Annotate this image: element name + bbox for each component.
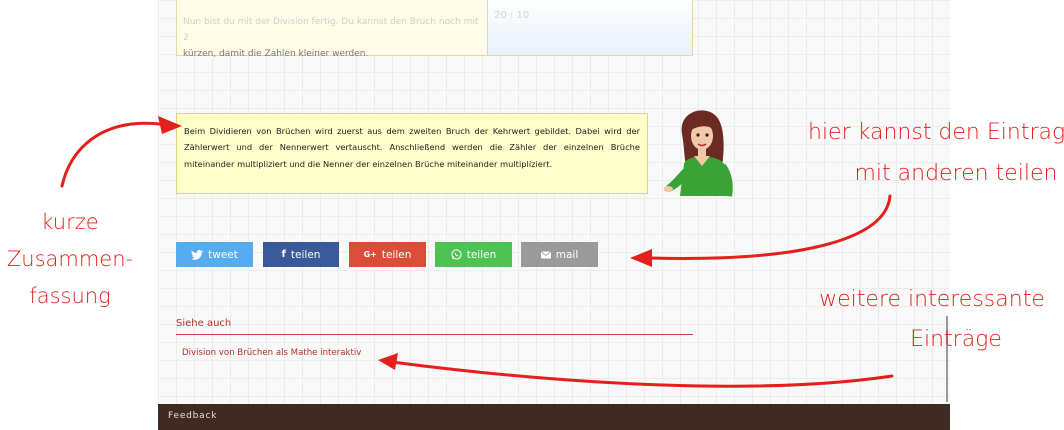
arrow-to-summary bbox=[60, 121, 162, 188]
whatsapp-share-button[interactable]: teilen bbox=[435, 242, 512, 267]
facebook-share-button[interactable]: f teilen bbox=[263, 242, 339, 267]
teacher-avatar bbox=[664, 110, 733, 197]
previous-step-text-faded: Nun bist du mit der Division fertig. Du … bbox=[183, 17, 479, 43]
envelope-icon bbox=[540, 250, 551, 258]
page-content bbox=[158, 0, 950, 430]
annotation-summary-line-1: kurze bbox=[41, 210, 99, 234]
see-also-heading: Siehe auch bbox=[176, 318, 693, 335]
annotation-more-line-2: Einträge bbox=[910, 327, 1002, 352]
googleplus-share-button[interactable]: G+ teilen bbox=[349, 242, 426, 267]
annotation-share-line-2: mit anderen teilen bbox=[854, 161, 1058, 186]
annotation-summary-line-3: fassung bbox=[29, 284, 111, 308]
previous-step-box: Nun bist du mit der Division fertig. Du … bbox=[176, 0, 693, 59]
googleplus-label: teilen bbox=[381, 248, 412, 261]
see-also-link[interactable]: Division von Brüchen als Mathe interakti… bbox=[182, 348, 361, 358]
previous-step-text: Nun bist du mit der Division fertig. Du … bbox=[177, 0, 487, 59]
annotation-share: hier kannst den Eintrag mit anderen teil… bbox=[808, 112, 1064, 194]
mail-label: mail bbox=[555, 248, 579, 261]
facebook-icon: f bbox=[281, 249, 286, 260]
previous-step-text-visible: kürzen, damit die Zahlen kleiner werden. bbox=[183, 49, 369, 59]
mail-share-button[interactable]: mail bbox=[521, 242, 598, 267]
tweet-button[interactable]: tweet bbox=[176, 242, 253, 267]
facebook-label: teilen bbox=[290, 248, 321, 261]
annotation-summary: kurze Zusammen- fassung bbox=[0, 204, 140, 315]
googleplus-icon: G+ bbox=[363, 250, 377, 259]
annotation-more-line-1: weitere interessante bbox=[819, 287, 1045, 312]
footer-bar: Feedback bbox=[158, 404, 950, 430]
whatsapp-label: teilen bbox=[466, 248, 497, 261]
annotation-summary-line-2: Zusammen- bbox=[6, 247, 134, 271]
summary-box: Beim Dividieren von Brüchen wird zuerst … bbox=[176, 113, 648, 194]
annotation-share-line-1: hier kannst den Eintrag bbox=[808, 120, 1064, 145]
previous-step-formula: 20 : 10 bbox=[487, 0, 692, 55]
feedback-link[interactable]: Feedback bbox=[168, 411, 217, 421]
twitter-icon bbox=[191, 249, 204, 260]
tweet-label: tweet bbox=[208, 248, 238, 261]
annotation-more: weitere interessante Einträge bbox=[800, 280, 1064, 360]
whatsapp-icon bbox=[451, 249, 462, 260]
